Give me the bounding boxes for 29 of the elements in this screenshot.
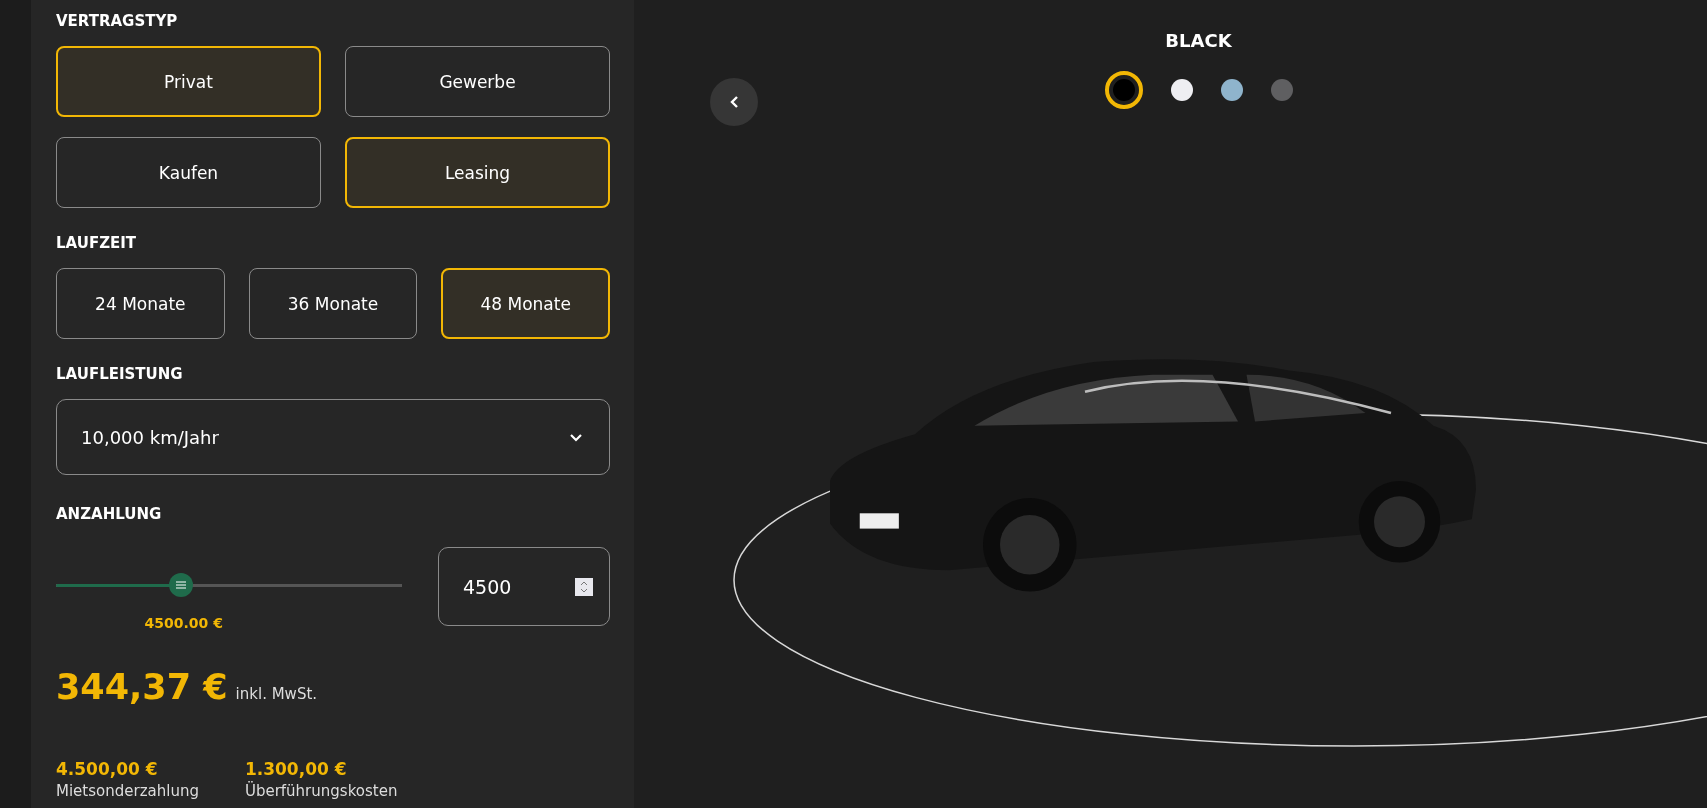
section-label: VERTRAGSTYP (56, 12, 179, 30)
option-button[interactable]: Privat (56, 46, 321, 117)
cost-amount: 4.500,00 € (56, 759, 159, 779)
cost-amount: 1.300,00 € (244, 759, 348, 779)
section-label: ANZAHLUNG (56, 505, 163, 523)
color-name: BLACK (1165, 30, 1232, 51)
color-swatch[interactable] (1270, 79, 1293, 101)
section-label: LAUFZEIT (56, 234, 138, 252)
slider-value: 4500.00 € (144, 615, 224, 631)
mileage-select[interactable]: 10,000 km/Jahr (56, 399, 610, 475)
chevron-down-icon (569, 432, 583, 442)
color-swatch[interactable] (1220, 79, 1243, 101)
color-swatch[interactable] (1170, 79, 1193, 101)
cost-label: Überführungskosten (244, 782, 398, 800)
section-label: LAUFLEISTUNG (56, 365, 184, 383)
color-swatch[interactable] (1104, 71, 1143, 109)
monthly-price: 344,37 € (56, 667, 228, 707)
option-button[interactable]: Gewerbe (345, 46, 610, 117)
price-note: inkl. MwSt. (235, 685, 318, 703)
term-button[interactable]: 24 Monate (56, 268, 225, 339)
chevron-left-icon (729, 95, 739, 109)
cost-label: Mietsonderzahlung (56, 782, 199, 800)
option-button[interactable]: Kaufen (56, 137, 321, 208)
amount-input[interactable]: 4500 (438, 547, 610, 626)
term-button[interactable]: 36 Monate (248, 268, 418, 339)
option-button[interactable]: Leasing (345, 137, 610, 208)
spinner-icon[interactable] (575, 577, 593, 596)
slider-thumb[interactable] (168, 573, 193, 597)
term-button[interactable]: 48 Monate (441, 268, 610, 339)
